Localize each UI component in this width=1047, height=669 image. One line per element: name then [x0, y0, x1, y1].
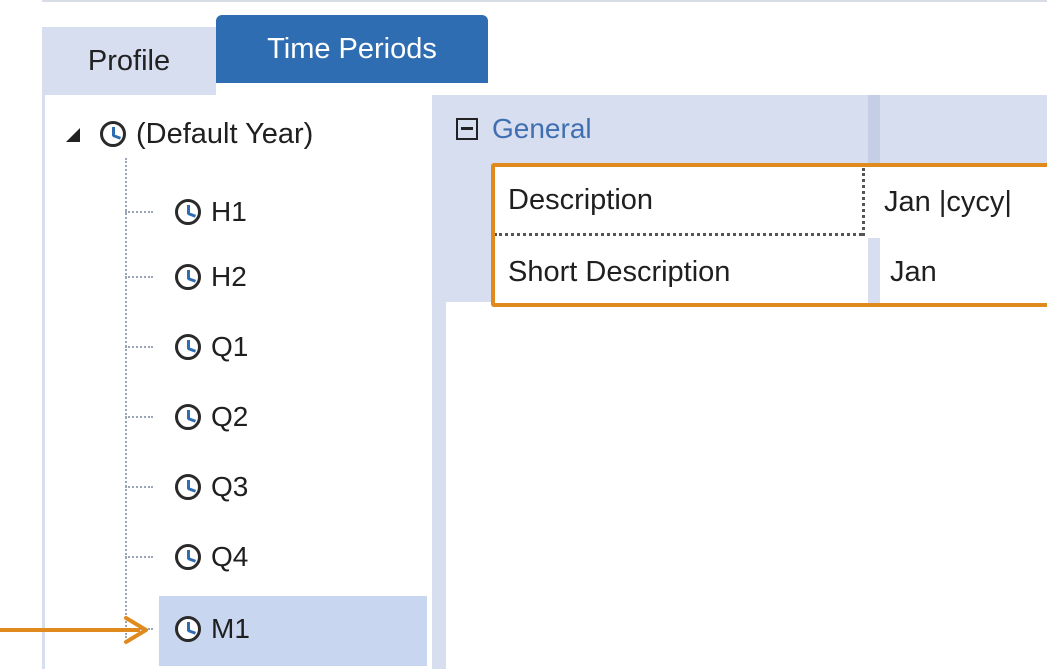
tree-item-label: H1	[211, 196, 247, 227]
property-name: Short Description	[508, 255, 731, 288]
property-row-short-description[interactable]: Short Description Jan	[494, 238, 1047, 306]
category-label: General	[492, 113, 592, 144]
tree-item-m1[interactable]: M1	[125, 596, 427, 666]
tree-item-label: Q4	[211, 541, 249, 572]
tab-profile[interactable]: Profile	[42, 27, 216, 95]
clock-icon	[175, 404, 201, 430]
tree-item-q1[interactable]: Q1	[125, 317, 425, 377]
tab-time-periods[interactable]: Time Periods	[216, 15, 488, 83]
tree-item-h1[interactable]: H1	[125, 182, 425, 242]
tree-item-h2[interactable]: H2	[125, 247, 425, 307]
tree-item-label: Q1	[211, 331, 249, 362]
clock-icon	[175, 616, 201, 642]
clock-icon	[175, 544, 201, 570]
orange-arrow-icon	[0, 616, 148, 644]
tree-item-q3[interactable]: Q3	[125, 457, 425, 517]
property-name: Description	[494, 168, 868, 236]
property-grid-margin	[446, 162, 492, 302]
property-row-description[interactable]: Description Jan |cycy|	[494, 168, 1047, 236]
clock-icon	[175, 199, 201, 225]
clock-icon	[100, 121, 126, 147]
collapse-minus-icon[interactable]	[456, 118, 478, 140]
clock-icon	[175, 334, 201, 360]
clock-icon	[175, 474, 201, 500]
tree-item-q2[interactable]: Q2	[125, 387, 425, 447]
tab-bar: Profile Time Periods	[42, 0, 1047, 95]
tree-item-label: Q3	[211, 471, 249, 502]
clock-icon	[175, 264, 201, 290]
tree-root-label: (Default Year)	[136, 117, 314, 150]
property-value-input[interactable]: Jan	[880, 238, 937, 306]
tree-item-label: H2	[211, 261, 247, 292]
expand-triangle-icon[interactable]	[66, 124, 86, 144]
column-divider[interactable]	[868, 95, 880, 163]
splitter[interactable]	[432, 95, 446, 669]
tree-root-default-year[interactable]: (Default Year)	[66, 110, 313, 158]
property-value-input[interactable]: Jan |cycy|	[874, 168, 1012, 236]
tree-item-q4[interactable]: Q4	[125, 527, 425, 587]
tree-item-label: Q2	[211, 401, 249, 432]
tree-item-label: M1	[211, 613, 250, 644]
category-general[interactable]: General	[446, 95, 1047, 163]
tree-panel-border	[42, 95, 45, 669]
